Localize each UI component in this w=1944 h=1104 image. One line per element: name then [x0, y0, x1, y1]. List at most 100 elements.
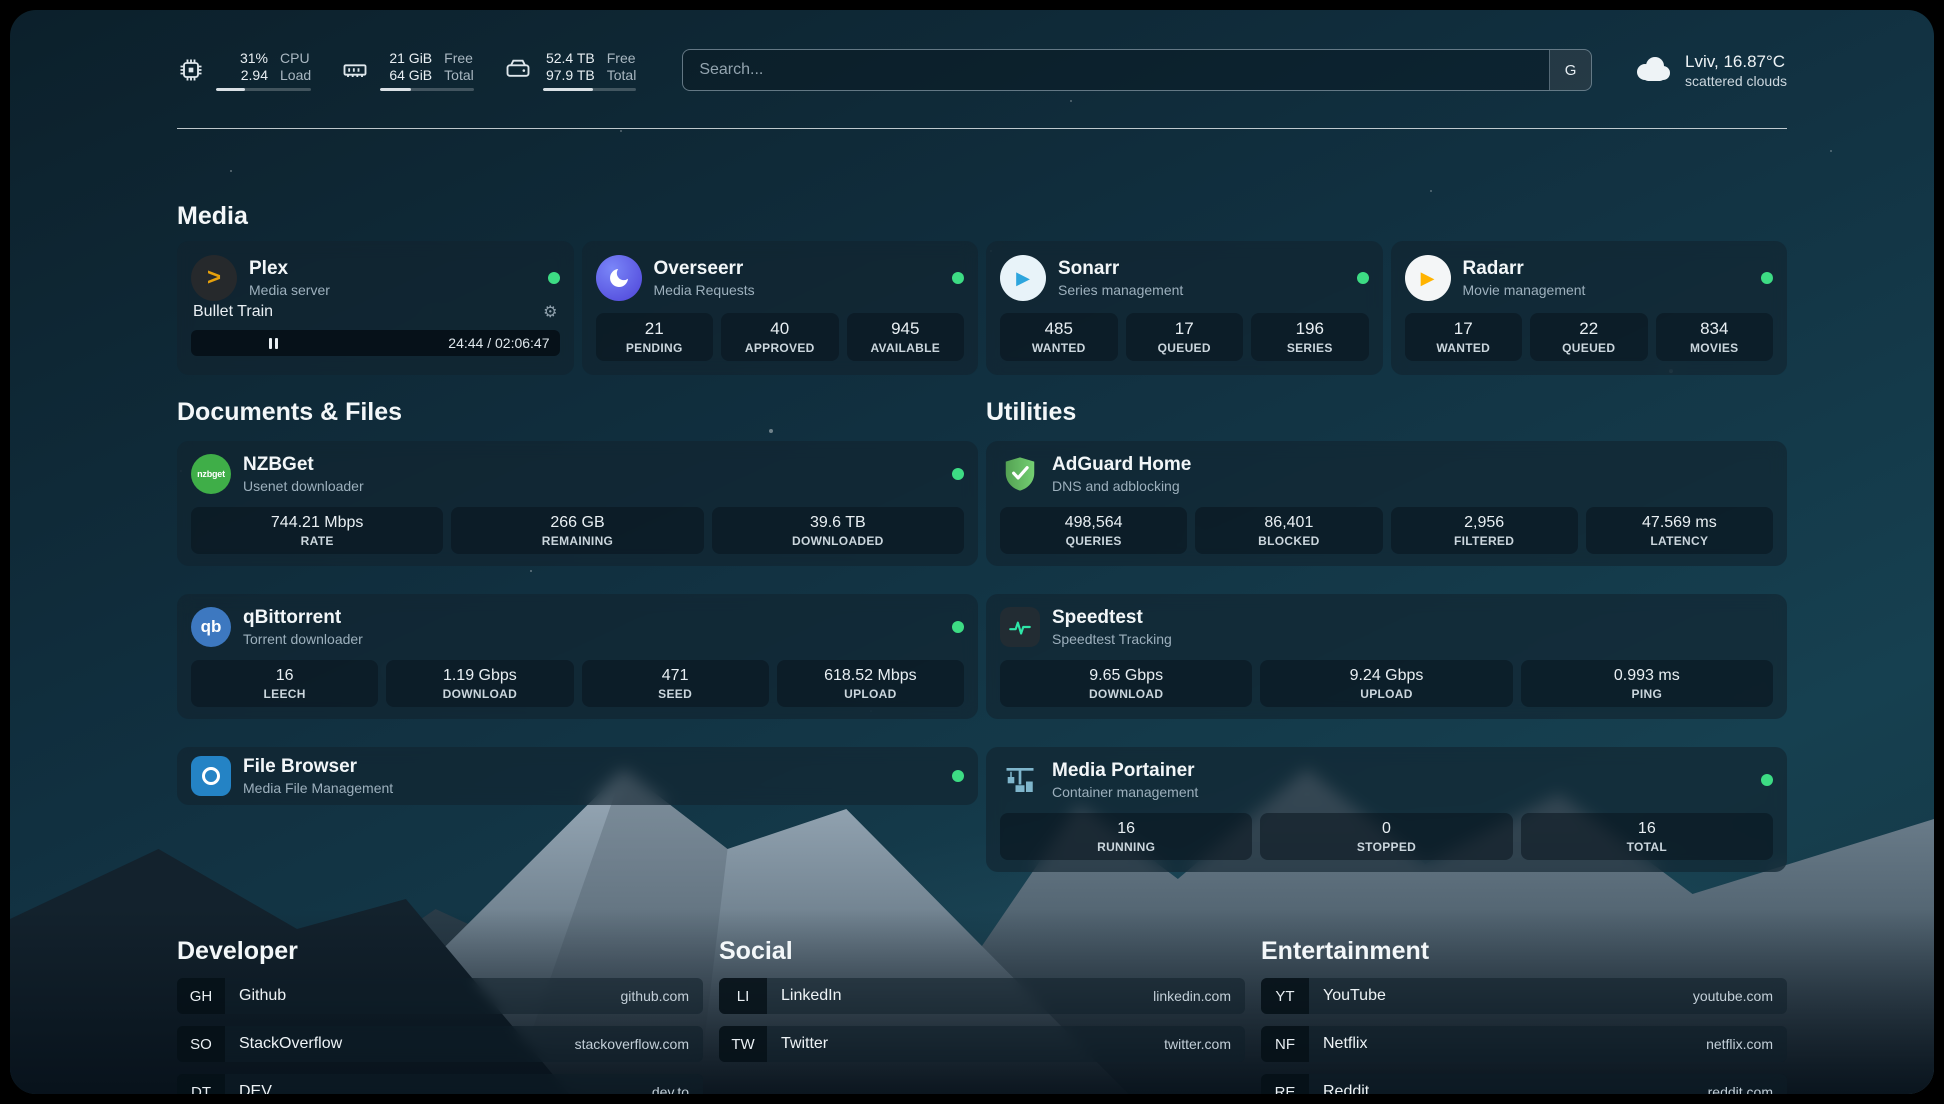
card-title: File Browser [243, 755, 940, 778]
card-radarr[interactable]: ▶ Radarr Movie management 17WANTED 22QUE… [1391, 241, 1788, 375]
status-dot-online [952, 770, 964, 782]
bookmark-twitter[interactable]: TW Twitter twitter.com [719, 1026, 1245, 1062]
card-adguard[interactable]: AdGuard Home DNS and adblocking 498,564Q… [986, 441, 1787, 566]
cpu-load-value: 2.94 [216, 67, 268, 84]
cpu-progress-bar [216, 88, 311, 91]
gear-icon[interactable]: ⚙ [543, 302, 557, 322]
bookmark-abbr: SO [177, 1026, 225, 1062]
stat-wanted: 485WANTED [1000, 313, 1118, 361]
portainer-icon [1000, 760, 1040, 800]
card-portainer[interactable]: Media Portainer Container management 16R… [986, 747, 1787, 872]
sonarr-icon: ▶ [1000, 255, 1046, 301]
nzbget-icon: nzbget [191, 454, 231, 494]
bookmark-netflix[interactable]: NF Netflix netflix.com [1261, 1026, 1787, 1062]
bookmark-columns: Developer GH Github github.com SO StackO… [177, 936, 1787, 1094]
status-dot-online [1357, 272, 1369, 284]
card-subtitle: Container management [1052, 783, 1749, 801]
stat-queued: 22QUEUED [1530, 313, 1648, 361]
section-title-media: Media [177, 201, 1787, 231]
card-subtitle: Media Requests [654, 281, 941, 299]
adguard-icon [1000, 454, 1040, 494]
utilities-column: Utilities AdGuard Home DNS and [986, 375, 1787, 900]
memory-total-label: Total [444, 67, 474, 84]
bookmark-name: Netflix [1323, 1035, 1367, 1053]
bookmark-reddit[interactable]: RE Reddit reddit.com [1261, 1074, 1787, 1094]
dashboard-screen: 31%CPU 2.94Load 21 GiBFree 64 Gi [10, 10, 1934, 1094]
storage-widget: 52.4 TBFree 97.9 TBTotal [504, 50, 637, 91]
search-engine-button[interactable]: G [1549, 50, 1591, 90]
card-plex[interactable]: > Plex Media server Bullet Train ⚙ 24:44… [177, 241, 574, 375]
pause-icon[interactable] [269, 338, 278, 349]
bookmark-stackoverflow[interactable]: SO StackOverflow stackoverflow.com [177, 1026, 703, 1062]
card-overseerr[interactable]: Overseerr Media Requests 21PENDING 40APP… [582, 241, 979, 375]
bookmark-name: Github [239, 987, 286, 1005]
stat-upload: 618.52 MbpsUPLOAD [777, 660, 964, 707]
topbar-divider [177, 128, 1787, 129]
bookmark-abbr: RE [1261, 1074, 1309, 1094]
bookmark-name: YouTube [1323, 987, 1386, 1005]
bookmark-linkedin[interactable]: LI LinkedIn linkedin.com [719, 978, 1245, 1014]
bookmark-github[interactable]: GH Github github.com [177, 978, 703, 1014]
stat-filtered: 2,956FILTERED [1391, 507, 1578, 554]
dashboard-content: 31%CPU 2.94Load 21 GiBFree 64 Gi [177, 10, 1787, 1094]
stat-ping: 0.993 msPING [1521, 660, 1773, 707]
bookmark-column-developer: Developer GH Github github.com SO StackO… [177, 936, 703, 1094]
card-title: Sonarr [1058, 257, 1345, 280]
bookmark-youtube[interactable]: YT YouTube youtube.com [1261, 978, 1787, 1014]
media-card-row: > Plex Media server Bullet Train ⚙ 24:44… [177, 241, 1787, 375]
bookmark-abbr: DT [177, 1074, 225, 1094]
main-columns: Documents & Files nzbget NZBGet Usenet d… [177, 375, 1787, 900]
bookmark-abbr: NF [1261, 1026, 1309, 1062]
top-bar: 31%CPU 2.94Load 21 GiBFree 64 Gi [177, 46, 1787, 94]
memory-icon [341, 56, 369, 84]
bookmark-url: stackoverflow.com [575, 1036, 689, 1052]
search-input[interactable] [683, 50, 1549, 90]
cpu-widget: 31%CPU 2.94Load [177, 50, 311, 91]
storage-free-label: Free [607, 50, 636, 67]
status-dot-online [548, 272, 560, 284]
bookmark-url: netflix.com [1706, 1036, 1773, 1052]
bookmark-column-social: Social LI LinkedIn linkedin.com TW Twitt… [719, 936, 1245, 1094]
card-title: Radarr [1463, 257, 1750, 280]
card-speedtest[interactable]: Speedtest Speedtest Tracking 9.65 GbpsDO… [986, 594, 1787, 719]
bookmark-name: Reddit [1323, 1083, 1369, 1094]
bookmark-url: reddit.com [1708, 1084, 1773, 1094]
memory-widget: 21 GiBFree 64 GiBTotal [341, 50, 474, 91]
stat-rate: 744.21 MbpsRATE [191, 507, 443, 554]
card-qbittorrent[interactable]: qb qBittorrent Torrent downloader 16LEEC… [177, 594, 978, 719]
system-stats: 31%CPU 2.94Load 21 GiBFree 64 Gi [177, 50, 636, 91]
card-subtitle: Torrent downloader [243, 630, 940, 648]
section-title-entertainment: Entertainment [1261, 936, 1787, 966]
bookmark-name: Twitter [781, 1035, 828, 1053]
stat-download: 9.65 GbpsDOWNLOAD [1000, 660, 1252, 707]
stat-seed: 471SEED [582, 660, 769, 707]
storage-total-value: 97.9 TB [543, 67, 595, 84]
now-playing-title: Bullet Train [193, 303, 273, 321]
media-player-bar[interactable]: 24:44 / 02:06:47 [191, 330, 560, 356]
card-subtitle: Speedtest Tracking [1052, 630, 1773, 648]
memory-free-value: 21 GiB [380, 50, 432, 67]
card-sonarr[interactable]: ▶ Sonarr Series management 485WANTED 17Q… [986, 241, 1383, 375]
cpu-usage-value: 31% [216, 50, 268, 67]
card-title: Overseerr [654, 257, 941, 280]
stat-queued: 17QUEUED [1126, 313, 1244, 361]
stat-upload: 9.24 GbpsUPLOAD [1260, 660, 1512, 707]
card-title: qBittorrent [243, 606, 940, 629]
speedtest-icon [1000, 607, 1040, 647]
stat-pending: 21PENDING [596, 313, 714, 361]
card-filebrowser[interactable]: File Browser Media File Management [177, 747, 978, 805]
snow-flecks [10, 10, 12, 12]
status-dot-online [952, 468, 964, 480]
card-title: Speedtest [1052, 606, 1773, 629]
stat-available: 945AVAILABLE [847, 313, 965, 361]
cpu-icon [177, 56, 205, 84]
cloud-icon [1632, 55, 1672, 86]
stat-latency: 47.569 msLATENCY [1586, 507, 1773, 554]
card-subtitle: Movie management [1463, 281, 1750, 299]
bookmark-name: LinkedIn [781, 987, 842, 1005]
stat-total: 16TOTAL [1521, 813, 1773, 860]
card-title: Plex [249, 257, 536, 280]
storage-free-value: 52.4 TB [543, 50, 595, 67]
card-nzbget[interactable]: nzbget NZBGet Usenet downloader 744.21 M… [177, 441, 978, 566]
bookmark-dev[interactable]: DT DEV dev.to [177, 1074, 703, 1094]
